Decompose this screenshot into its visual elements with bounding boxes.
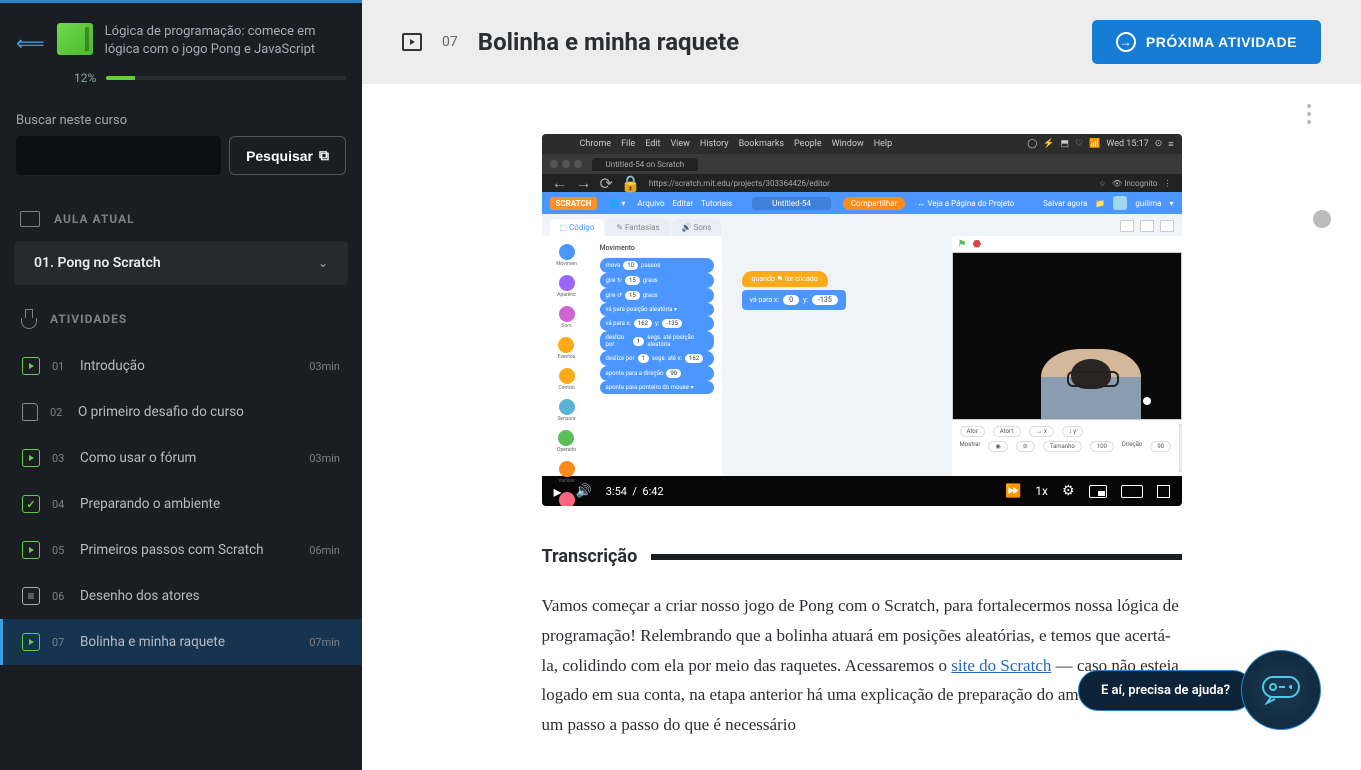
scroll-indicator[interactable] [1313,210,1331,228]
activity-number: 07 [442,34,458,50]
external-link-icon: ⧉ [319,147,329,164]
video-icon [402,33,422,51]
chevron-down-icon: ⌄ [318,256,328,270]
list-icon [22,587,40,605]
course-title: Lógica de programação: comece em lógica … [105,23,346,59]
check-icon [22,495,40,513]
progress-percent: 12% [74,71,96,85]
lesson-dropdown[interactable]: 01. Pong no Scratch ⌄ [14,241,348,285]
section-current-lesson: AULA ATUAL [0,191,362,241]
speed-button[interactable]: 1x [1035,484,1048,498]
play-icon [22,357,40,375]
section-activities: ATIVIDADES [0,289,362,343]
scratch-link[interactable]: site do Scratch [951,656,1051,675]
sidebar: ⟸ Lógica de programação: comece em lógic… [0,0,362,770]
play-icon [22,633,40,651]
topbar: 07 Bolinha e minha raquete PRÓXIMA ATIVI… [362,0,1361,84]
browser-tabs: Untitled-54 on Scratch [542,154,1182,174]
scratch-toolbar: SCRATCH 🌐 ▾ ArquivoEditarTutoriais Untit… [542,192,1182,214]
play-button[interactable] [554,482,562,501]
search-input[interactable] [16,136,221,175]
activity-item[interactable]: 04 Preparando o ambiente [0,481,362,527]
settings-button[interactable] [1062,483,1075,499]
activity-item[interactable]: 02 O primeiro desafio do curso [0,389,362,435]
activity-item[interactable]: 01 Introdução 03min [0,343,362,389]
search-label: Buscar neste curso [16,113,346,128]
fullscreen-button[interactable] [1157,485,1170,498]
flask-icon [20,309,36,329]
video-controls: 3:54 / 6:42 1x [542,476,1182,506]
instructor-webcam [1041,349,1141,419]
search-button[interactable]: Pesquisar ⧉ [229,136,346,175]
back-button[interactable]: ⟸ [16,31,45,55]
book-icon [20,211,40,227]
course-icon [57,23,93,55]
theater-button[interactable] [1121,485,1143,498]
fast-forward-button[interactable] [1005,484,1021,499]
macos-menubar: ChromeFileEditViewHistoryBookmarksPeople… [542,134,1182,154]
video-player: ChromeFileEditViewHistoryBookmarksPeople… [542,134,1182,506]
play-icon [22,541,40,559]
transcript-title: Transcrição [542,546,638,567]
doc-icon [22,403,38,421]
sidebar-header: ⟸ Lógica de programação: comece em lógic… [0,3,362,71]
more-options-button[interactable] [1307,104,1311,124]
progress-bar [106,76,346,80]
activity-item[interactable]: 03 Como usar o fórum 03min [0,435,362,481]
activity-item[interactable]: 06 Desenho dos atores [0,573,362,619]
activity-item[interactable]: 05 Primeiros passos com Scratch 06min [0,527,362,573]
chat-icon [1241,650,1321,730]
progress-row: 12% [0,71,362,101]
browser-url-bar: ←→⟳ 🔒https://scratch.mit.edu/projects/30… [542,174,1182,192]
scratch-workspace: MovimenAparêncSomEventosControlSensoreOp… [542,236,1182,476]
volume-button[interactable] [576,484,592,499]
pip-button[interactable] [1089,485,1107,498]
search-section: Buscar neste curso Pesquisar ⧉ [0,101,362,191]
arrow-right-icon [1116,32,1136,52]
video-time: 3:54 / 6:42 [606,485,664,498]
page-title: Bolinha e minha raquete [478,28,1072,56]
play-icon [22,449,40,467]
activity-item[interactable]: 07 Bolinha e minha raquete 07min [0,619,362,665]
help-widget[interactable]: E aí, precisa de ajuda? [1078,650,1321,730]
next-activity-button[interactable]: PRÓXIMA ATIVIDADE [1092,20,1321,64]
scratch-tabs: ⬚ Código ✎ Fantasias 🔊 Sons [542,214,1182,236]
